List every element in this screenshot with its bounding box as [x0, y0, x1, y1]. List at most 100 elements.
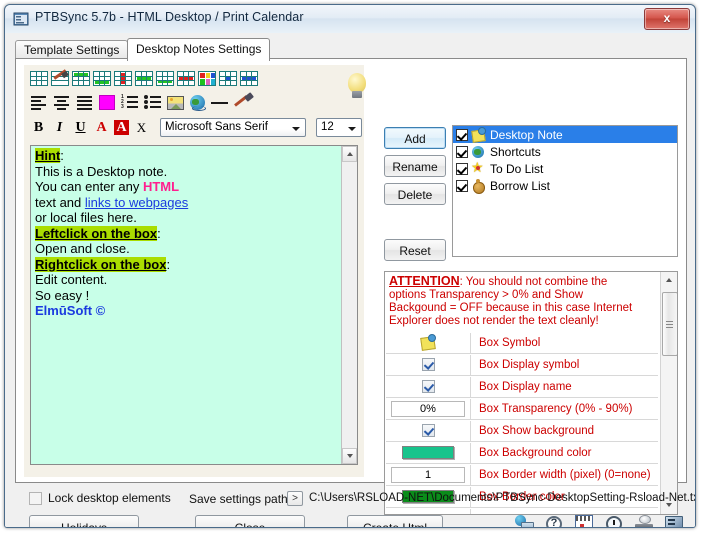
box-symbol-icon[interactable] — [420, 334, 436, 350]
scroll-down-button[interactable] — [342, 448, 357, 464]
help-question-icon[interactable] — [545, 515, 563, 527]
scrollbar-thumb[interactable] — [662, 292, 677, 356]
rename-button-label: Rename — [392, 160, 438, 174]
font-size-select[interactable]: 12 — [316, 118, 362, 137]
bold-button[interactable]: B — [30, 119, 47, 137]
list-item[interactable]: Shortcuts — [453, 143, 677, 160]
note-line-10: So easy ! — [35, 287, 90, 303]
table-row[interactable]: Box Symbol — [386, 332, 658, 354]
insert-link-icon[interactable] — [190, 95, 206, 111]
tab-desktop-notes-settings[interactable]: Desktop Notes Settings — [127, 38, 271, 61]
italic-button[interactable]: I — [51, 119, 68, 137]
tab-template-settings[interactable]: Template Settings — [15, 40, 129, 60]
add-button[interactable]: Add — [384, 127, 446, 149]
browse-path-icon[interactable]: > — [287, 491, 303, 506]
screen-icon[interactable] — [665, 515, 683, 527]
table-col-blue-icon[interactable] — [219, 71, 237, 86]
border-width-input[interactable]: 1 — [391, 466, 465, 483]
checkbox-icon[interactable] — [456, 145, 468, 158]
property-value-cell[interactable] — [386, 354, 471, 375]
text-color-magenta-icon[interactable] — [99, 95, 115, 110]
horizontal-rule-icon[interactable] — [211, 95, 228, 110]
close-button[interactable]: x — [644, 8, 690, 30]
network-globe-icon[interactable] — [515, 515, 534, 527]
note-line-5: or local files here. — [35, 210, 137, 225]
note-line-8-highlight: Rightclick on the box — [35, 256, 167, 272]
property-value-cell[interactable] — [386, 376, 471, 397]
checkbox-icon[interactable] — [456, 179, 468, 192]
bullet-list-icon[interactable] — [144, 95, 161, 110]
table-row[interactable]: 1 Box Border width (pixel) (0=none) — [386, 464, 658, 486]
property-label: Box Display name — [479, 380, 572, 393]
note-line-8-rest: : — [166, 256, 171, 272]
close-button-label: Close — [234, 521, 266, 528]
table-row[interactable]: Box Background color — [386, 442, 658, 464]
table-row-green-icon[interactable] — [72, 71, 90, 86]
delete-button[interactable]: Delete — [384, 183, 446, 205]
table-colors-icon[interactable] — [198, 71, 216, 86]
table-row[interactable]: 0% Box Transparency (0% - 90%) — [386, 398, 658, 420]
note-line-7: Open and close. — [35, 241, 130, 256]
checkbox-icon[interactable] — [421, 380, 435, 393]
background-color-swatch[interactable] — [402, 446, 454, 459]
save-settings-path-label: Save settings path — [189, 492, 288, 506]
table-row-blue-icon[interactable] — [240, 71, 258, 86]
list-item[interactable]: Borrow List — [453, 177, 677, 194]
table-row-red-icon[interactable] — [177, 71, 195, 86]
lock-desktop-checkbox[interactable] — [29, 491, 42, 505]
table-row[interactable]: Box Show background — [386, 420, 658, 442]
property-label: Box Border width (pixel) (0=none) — [479, 468, 651, 481]
align-justify-icon[interactable] — [76, 95, 93, 110]
scroll-up-button[interactable] — [661, 272, 677, 289]
table-row-green3-icon[interactable] — [156, 71, 174, 86]
transparency-input[interactable]: 0% — [391, 400, 465, 417]
checkbox-icon[interactable] — [421, 358, 435, 371]
insert-tool-icon[interactable] — [234, 95, 252, 110]
reset-button[interactable]: Reset — [384, 239, 446, 261]
property-value-cell[interactable] — [386, 442, 471, 463]
table-cell-green-icon[interactable] — [93, 71, 111, 86]
rename-button[interactable]: Rename — [384, 155, 446, 177]
clock-icon[interactable] — [605, 515, 623, 527]
checkbox-icon[interactable] — [456, 128, 468, 141]
note-line-11-brand: ElmūSoft © — [35, 303, 106, 318]
note-scrollbar[interactable] — [341, 146, 357, 464]
note-line-4-link[interactable]: links to webpages — [85, 195, 188, 210]
align-center-icon[interactable] — [53, 95, 70, 110]
table-row-green2-icon[interactable] — [135, 71, 153, 86]
note-content-editor[interactable]: Hint: This is a Desktop note. You can en… — [30, 145, 358, 465]
table-col-red-icon[interactable] — [114, 71, 132, 86]
lock-desktop-row[interactable]: Lock desktop elements — [29, 491, 171, 505]
properties-scrollbar[interactable] — [660, 272, 677, 514]
ordered-list-icon[interactable]: 123 — [121, 95, 138, 110]
property-value-cell[interactable] — [386, 332, 471, 353]
checkbox-icon[interactable] — [421, 424, 435, 437]
note-line-6-rest: : — [157, 225, 161, 241]
clear-format-button[interactable]: X — [133, 119, 150, 137]
holidays-button[interactable]: Holidays — [29, 515, 139, 527]
list-item[interactable]: Desktop Note — [453, 126, 677, 143]
create-html-button[interactable]: Create Html — [347, 515, 443, 527]
list-item-label: Desktop Note — [490, 127, 563, 142]
scroll-up-button[interactable] — [342, 146, 357, 162]
property-value-cell[interactable] — [386, 420, 471, 441]
calendar-icon[interactable] — [575, 515, 593, 527]
property-value-cell[interactable]: 1 — [386, 464, 471, 485]
printer-icon[interactable] — [635, 515, 653, 527]
table-row[interactable]: Box Display symbol — [386, 354, 658, 376]
font-color-button[interactable]: A — [93, 119, 110, 137]
highlight-color-button[interactable]: A — [114, 120, 129, 135]
table-wizard-icon[interactable] — [51, 69, 69, 86]
align-left-icon[interactable] — [30, 95, 47, 110]
table-insert-icon[interactable] — [30, 71, 48, 86]
font-family-select[interactable]: Microsoft Sans Serif — [160, 118, 306, 137]
insert-image-icon[interactable] — [167, 95, 184, 110]
table-row[interactable]: Box Display name — [386, 376, 658, 398]
notes-list[interactable]: Desktop Note Shortcuts To Do List — [452, 125, 678, 257]
list-item[interactable]: To Do List — [453, 159, 677, 177]
underline-button[interactable]: U — [72, 119, 89, 137]
checkbox-icon[interactable] — [456, 162, 468, 175]
close-dialog-button[interactable]: Close — [195, 515, 305, 528]
property-value-cell[interactable]: 0% — [386, 398, 471, 419]
tab-label: Template Settings — [24, 43, 120, 57]
